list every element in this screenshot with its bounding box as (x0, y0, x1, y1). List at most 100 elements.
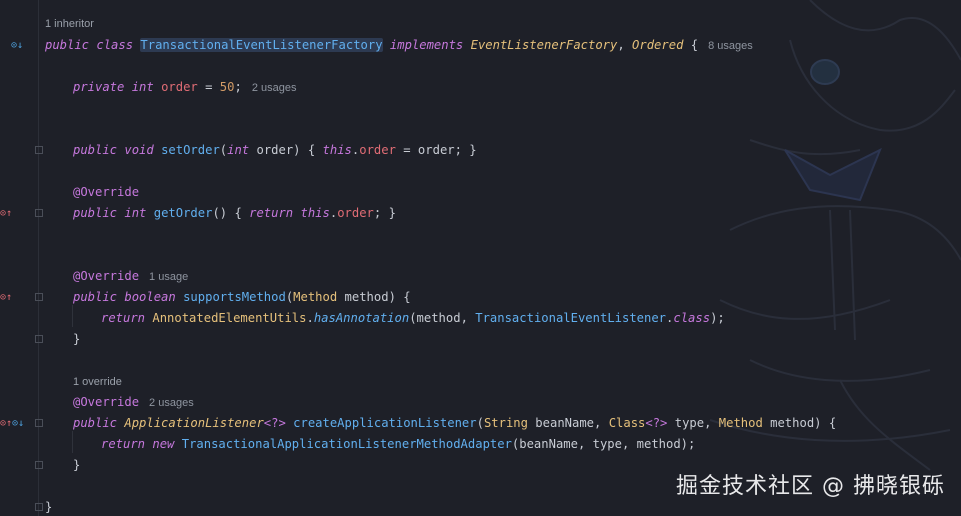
background-illustration (709, 0, 961, 471)
keyword: class (673, 311, 711, 325)
generic: <?> (645, 416, 668, 430)
keyword: public (73, 206, 118, 220)
override-marker-icon[interactable]: ⊙↑ (0, 292, 12, 304)
inheritor-hint[interactable]: 1 inheritor (45, 16, 94, 32)
method-name[interactable]: getOrder (154, 206, 213, 220)
indent-guide (72, 431, 73, 453)
annotation: @Override (73, 269, 140, 283)
punctuation: . (306, 311, 314, 325)
code-line-return-new-adapter[interactable]: return new TransactionalApplicationListe… (101, 434, 695, 455)
code-line-annotation[interactable]: @Override (73, 182, 139, 203)
keyword: int (124, 206, 147, 220)
punctuation: ) { (293, 143, 323, 157)
code-line-annotation[interactable]: @Override 2 usages (73, 392, 194, 413)
keyword: void (124, 143, 154, 157)
keyword: this (322, 143, 352, 157)
number-literal: 50 (219, 80, 235, 94)
method-name[interactable]: supportsMethod (183, 290, 286, 304)
keyword: private (73, 80, 125, 94)
punctuation: ; (234, 80, 242, 94)
punctuation: ( (476, 416, 484, 430)
usages-hint[interactable]: 8 usages (708, 40, 753, 52)
code-text: = order; } (395, 143, 477, 157)
keyword: return (249, 206, 294, 220)
punctuation: ; } (373, 206, 396, 220)
implement-marker-icon[interactable]: ⊙↓ (11, 40, 23, 52)
method-name[interactable]: setOrder (161, 143, 220, 157)
keyword: public (73, 290, 118, 304)
fold-icon[interactable] (35, 419, 43, 427)
keyword: new (152, 437, 175, 451)
method-call[interactable]: hasAnnotation (314, 311, 409, 325)
watermark: 掘金技术社区 @ 拂晓银砾 (676, 474, 945, 499)
code-line-annotation[interactable]: @Override 1 usage (73, 266, 188, 287)
code-text: (method, (409, 311, 476, 325)
param: beanName, (527, 416, 609, 430)
implement-marker-icon[interactable]: ⊙↓ (12, 418, 24, 430)
class-name[interactable]: TransactionalEventListenerFactory (140, 38, 383, 52)
code-line-create-application-listener[interactable]: public ApplicationListener<?> createAppl… (73, 413, 836, 434)
field-name: order (337, 206, 374, 220)
code-line-field[interactable]: private int order = 50; 2 usages (73, 77, 296, 98)
type-name[interactable]: Method (293, 290, 337, 304)
field-name: order (359, 143, 396, 157)
operator: = (205, 80, 213, 94)
punctuation: { (690, 38, 699, 52)
usages-hint[interactable]: 2 usages (149, 397, 194, 409)
punctuation: } (45, 500, 53, 514)
code-line-return-has-annotation[interactable]: return AnnotatedElementUtils.hasAnnotati… (101, 308, 725, 329)
code-line-get-order[interactable]: public int getOrder() { return this.orde… (73, 203, 396, 224)
code-line-close-brace[interactable]: } (73, 329, 80, 350)
interface-name[interactable]: EventListenerFactory (471, 38, 618, 52)
code-line-close-brace[interactable]: } (73, 455, 80, 476)
override-hint[interactable]: 1 override (73, 374, 122, 390)
param: method) { (337, 290, 411, 304)
override-marker-icon[interactable]: ⊙↑ (0, 208, 12, 220)
usages-hint[interactable]: 2 usages (252, 82, 297, 94)
interface-name[interactable]: Ordered (632, 38, 683, 52)
fold-icon[interactable] (35, 293, 43, 301)
code-line-class-close[interactable]: } (45, 497, 52, 516)
method-name[interactable]: createApplicationListener (293, 416, 476, 430)
keyword: return (101, 311, 146, 325)
punctuation: } (73, 458, 81, 472)
keyword: public (73, 416, 118, 430)
keyword: implements (389, 38, 464, 52)
annotation: @Override (73, 395, 140, 409)
punctuation: } (73, 332, 81, 346)
keyword: int (131, 80, 154, 94)
type-name[interactable]: String (484, 416, 528, 430)
class-reference[interactable]: AnnotatedElementUtils (152, 311, 306, 325)
keyword: return (101, 437, 146, 451)
type-name[interactable]: Class (609, 416, 646, 430)
punctuation: ); (710, 311, 725, 325)
punctuation: , (617, 38, 625, 52)
param: method) { (762, 416, 837, 430)
field-name[interactable]: order (161, 80, 198, 94)
keyword: boolean (124, 290, 176, 304)
override-marker-icon[interactable]: ⊙↑ (0, 418, 12, 430)
keyword: public (73, 143, 118, 157)
code-line-set-order[interactable]: public void setOrder(int order) { this.o… (73, 140, 477, 161)
code-line-class-declaration[interactable]: public class TransactionalEventListenerF… (45, 35, 753, 56)
param: order (249, 143, 294, 157)
type-name[interactable]: Method (719, 416, 763, 430)
annotation: @Override (73, 185, 140, 199)
keyword: this (300, 206, 330, 220)
keyword: public (45, 38, 90, 52)
code-line-supports-method[interactable]: public boolean supportsMethod(Method met… (73, 287, 411, 308)
fold-icon[interactable] (35, 146, 43, 154)
type-name[interactable]: ApplicationListener (124, 416, 263, 430)
keyword: class (96, 38, 134, 52)
class-reference[interactable]: TransactionalApplicationListenerMethodAd… (182, 437, 512, 451)
class-reference[interactable]: TransactionalEventListener (475, 311, 666, 325)
fold-icon[interactable] (35, 335, 43, 343)
fold-icon[interactable] (35, 209, 43, 217)
keyword: int (227, 143, 250, 157)
fold-icon[interactable] (35, 461, 43, 469)
punctuation: () { (212, 206, 250, 220)
usages-hint[interactable]: 1 usage (149, 271, 188, 283)
fold-icon[interactable] (35, 503, 43, 511)
code-editor[interactable]: ⊙↓ ⊙↑ ⊙↑ ⊙↑ ⊙↓ 1 inheritor public class … (0, 0, 961, 516)
generic: <?> (263, 416, 286, 430)
